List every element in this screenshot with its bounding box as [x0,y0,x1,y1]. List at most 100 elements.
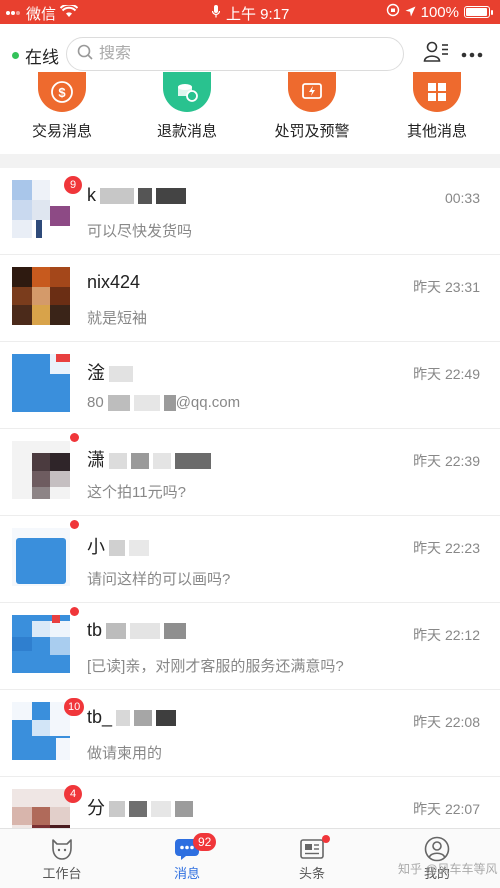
status-bar: 微信 上午 9:17 100% [0,0,500,24]
avatar [12,702,70,760]
message-preview: [已读]亲，对刚才客服的服务还满意吗? [87,658,344,675]
category-row: $ 交易消息 退款消息 处罚及预警 其他消息 [0,72,500,154]
conversation-row[interactable]: 9 k 可以尽快发货吗 00:33 [0,168,500,255]
battery-fill [466,8,487,16]
redaction-block [156,710,177,727]
conversation-list[interactable]: 9 k 可以尽快发货吗 00:33 nix424 就是短袖 昨天 23:31 淦… [0,168,500,828]
category-other[interactable]: 其他消息 [387,72,487,141]
unread-badge: 4 [64,785,82,803]
redaction-block [109,453,127,470]
redaction-block [116,710,131,727]
online-dot-icon [12,52,19,59]
redaction-block [109,366,133,383]
search-bar[interactable] [66,37,404,71]
redaction-block [151,801,171,818]
grid-icon [413,72,461,112]
contacts-button[interactable] [422,40,450,68]
wifi-icon [59,3,79,22]
messages-badge: 92 [193,833,217,851]
contact-name-text: 小 [87,537,105,557]
clock-text: 上午 9:17 [226,6,290,23]
contacts-icon [423,40,449,69]
redaction-block [163,395,176,412]
redaction-block [106,623,127,640]
contact-name: 分 [87,794,193,820]
dollar-icon: $ [38,72,86,112]
contact-name: 潇 [87,446,211,472]
message-time: 00:33 [444,190,480,206]
conversation-row[interactable]: tb [已读]亲，对刚才客服的服务还满意吗? 昨天 22:12 [0,603,500,690]
tab-label: 工作台 [42,866,82,881]
more-icon [461,45,483,63]
category-penalty[interactable]: 处罚及预警 [262,72,362,141]
contact-name: tb [87,620,187,641]
search-input[interactable] [99,45,379,63]
category-label: 交易消息 [31,123,92,140]
avatar [12,789,70,828]
battery-percent: 100% [420,3,459,21]
avatar [12,528,70,586]
tab-label: 头条 [298,866,325,881]
redaction-block [133,395,160,412]
redaction-block [107,395,130,412]
refund-icon [163,72,211,112]
redaction-block [131,453,149,470]
redaction-block [109,801,125,818]
svg-text:$: $ [58,85,66,100]
message-preview: 这个拍11元吗? [87,484,186,501]
conversation-row[interactable]: 小 请问这样的可以画吗? 昨天 22:23 [0,516,500,603]
conversation-row[interactable]: 淦 80 @qq.com 昨天 22:49 [0,342,500,429]
redaction-block [129,801,147,818]
category-label: 处罚及预警 [274,123,350,140]
microphone-icon [211,5,221,22]
redaction-block [153,453,171,470]
tab-messages[interactable]: 92 消息 [147,833,227,882]
location-icon [405,4,416,21]
redaction-block [100,188,134,205]
contact-name-text: tb [87,620,103,640]
more-button[interactable] [458,40,486,68]
redaction-block [175,453,211,470]
contact-name: tb_ [87,707,177,728]
warning-icon [288,72,336,112]
watermark-text: 知乎 @风车车等风 [398,862,498,876]
conversation-row[interactable]: nix424 就是短袖 昨天 23:31 [0,255,500,342]
contact-name: nix424 [87,272,141,292]
contact-name-text: 淦 [87,363,105,383]
online-status[interactable]: 在线 [12,43,59,68]
bottom-tab-bar: 工作台 92 消息 头条 我的 [0,828,500,888]
message-preview: 请问这样的可以画吗? [87,571,231,588]
cow-icon [22,835,102,863]
message-time: 昨天 22:39 [413,453,480,469]
redaction-block [138,188,152,205]
message-time: 昨天 22:23 [413,540,480,556]
rotation-lock-icon [386,3,400,21]
message-time: 昨天 23:31 [413,279,480,295]
conversation-row[interactable]: 10 tb_ 做请柬用的 昨天 22:08 [0,690,500,777]
category-trade[interactable]: $ 交易消息 [12,72,112,141]
message-preview: 就是短袖 [87,310,148,327]
category-refund[interactable]: 退款消息 [137,72,237,141]
message-preview: 做请柬用的 [87,745,163,762]
tab-headlines[interactable]: 头条 [272,835,352,882]
message-time: 昨天 22:07 [413,801,480,817]
redaction-block [134,710,153,727]
chat-icon: 92 [147,833,227,863]
tab-workbench[interactable]: 工作台 [22,835,102,882]
signal-icon [6,5,22,22]
online-label: 在线 [25,48,59,67]
unread-badge: 9 [64,176,82,194]
conversation-row[interactable]: 4 分 昨天 22:07 [0,777,500,828]
redaction-block [129,540,149,557]
conversation-row[interactable]: 潇 这个拍11元吗? 昨天 22:39 [0,429,500,516]
message-preview: 80 @qq.com [87,394,241,412]
message-preview-tail: @qq.com [175,394,241,411]
avatar [12,354,70,412]
tab-label: 消息 [173,866,200,881]
contact-name-text: tb_ [87,707,113,727]
contact-name: k [87,185,186,206]
category-label: 其他消息 [406,123,467,140]
avatar [12,615,70,673]
news-icon [272,835,352,863]
message-time: 昨天 22:49 [413,366,480,382]
